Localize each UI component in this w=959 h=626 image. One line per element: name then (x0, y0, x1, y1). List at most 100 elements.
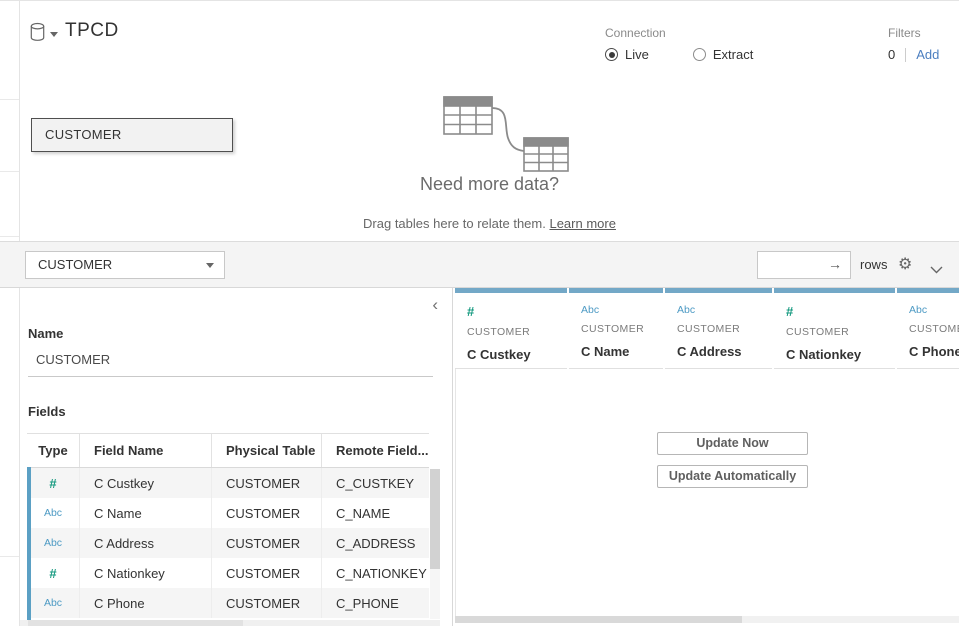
gear-icon[interactable]: ⚙ (898, 254, 912, 273)
radio-live-label: Live (625, 47, 649, 62)
remote-field-cell: C_PHONE (322, 588, 429, 618)
row-count-input[interactable] (762, 252, 826, 278)
grid-column-c-nationkey[interactable]: # CUSTOMER C Nationkey (774, 288, 895, 369)
number-type-icon[interactable]: # (49, 476, 56, 491)
radio-extract-label: Extract (713, 47, 753, 62)
field-name-cell[interactable]: C Address (80, 528, 212, 558)
field-name-cell[interactable]: C Phone (80, 588, 212, 618)
datasource-menu[interactable] (28, 22, 58, 47)
selection-indicator-bar (27, 467, 31, 621)
physical-table-cell: CUSTOMER (212, 468, 322, 498)
connection-group: Connection Live Extract (605, 26, 753, 62)
update-automatically-button[interactable]: Update Automatically (657, 465, 808, 488)
grid-column-c-address[interactable]: Abc CUSTOMER C Address (665, 288, 772, 369)
col-header-field-name[interactable]: Field Name (80, 434, 212, 467)
rail-divider (0, 556, 19, 557)
string-type-icon: Abc (677, 304, 760, 316)
radio-extract-button[interactable] (693, 48, 706, 61)
radio-extract[interactable]: Extract (693, 47, 753, 62)
table-row[interactable]: Abc C Phone CUSTOMER C_PHONE (27, 588, 429, 618)
fields-table: Type Field Name Physical Table Remote Fi… (27, 433, 429, 622)
rail-divider (0, 99, 19, 100)
remote-field-cell: C_CUSTKEY (322, 468, 429, 498)
table-row[interactable]: Abc C Address CUSTOMER C_ADDRESS (27, 528, 429, 558)
column-field-label[interactable]: C Address (677, 344, 760, 359)
physical-table-cell: CUSTOMER (212, 588, 322, 618)
rail-divider (0, 236, 19, 237)
field-name-cell[interactable]: C Custkey (80, 468, 212, 498)
table-details-panel: ‹ Name Fields Type Field Name Physical T… (20, 288, 453, 626)
field-name-cell[interactable]: C Nationkey (80, 558, 212, 588)
table-select-dropdown[interactable]: CUSTOMER (25, 251, 225, 279)
collapse-panel-icon[interactable]: ‹ (432, 296, 438, 313)
name-label: Name (28, 326, 63, 341)
empty-hint-text: Drag tables here to relate them. (363, 216, 549, 231)
fields-table-header: Type Field Name Physical Table Remote Fi… (27, 434, 429, 468)
row-count-field: → (757, 251, 851, 279)
column-field-label[interactable]: C Custkey (467, 347, 555, 362)
string-type-icon[interactable]: Abc (44, 537, 62, 549)
preview-toolbar: CUSTOMER → rows ⚙ (0, 241, 959, 288)
arrow-right-icon[interactable]: → (828, 256, 842, 272)
col-header-type[interactable]: Type (27, 434, 80, 467)
caret-down-icon (50, 32, 58, 37)
column-table-label: CUSTOMER (909, 323, 959, 335)
fields-horizontal-scrollbar[interactable] (20, 620, 440, 626)
learn-more-link[interactable]: Learn more (549, 216, 615, 231)
col-header-physical-table[interactable]: Physical Table (212, 434, 322, 467)
number-type-icon: # (467, 304, 555, 319)
chevron-down-icon[interactable] (930, 261, 943, 279)
filters-count: 0 (888, 47, 895, 62)
column-table-label: CUSTOMER (677, 323, 760, 335)
connection-label: Connection (605, 26, 753, 40)
name-input[interactable] (28, 348, 433, 377)
scrollbar-thumb[interactable] (430, 469, 440, 569)
fields-vertical-scrollbar[interactable] (430, 469, 440, 619)
string-type-icon: Abc (909, 304, 959, 316)
string-type-icon[interactable]: Abc (44, 597, 62, 609)
string-type-icon: Abc (581, 304, 651, 316)
radio-live-button[interactable] (605, 48, 618, 61)
grid-column-c-phone[interactable]: Abc CUSTOMER C Phone (897, 288, 959, 369)
grid-column-c-name[interactable]: Abc CUSTOMER C Name (569, 288, 663, 369)
filters-label: Filters (888, 26, 939, 40)
table-row[interactable]: # C Custkey CUSTOMER C_CUSTKEY (27, 468, 429, 498)
remote-field-cell: C_NATIONKEY (322, 558, 429, 588)
data-preview-grid: # CUSTOMER C Custkey Abc CUSTOMER C Name… (455, 288, 959, 626)
grid-left-border (455, 369, 456, 616)
field-name-cell[interactable]: C Name (80, 498, 212, 528)
grid-horizontal-scrollbar[interactable] (455, 616, 959, 623)
physical-table-cell: CUSTOMER (212, 528, 322, 558)
relationship-canvas[interactable]: CUSTOMER Need more data? Drag tables her… (20, 89, 959, 241)
update-now-button[interactable]: Update Now (657, 432, 808, 455)
table-node-customer[interactable]: CUSTOMER (31, 118, 233, 152)
scrollbar-thumb[interactable] (28, 620, 243, 626)
table-row[interactable]: Abc C Name CUSTOMER C_NAME (27, 498, 429, 528)
radio-live[interactable]: Live (605, 47, 649, 62)
tableau-datasource-page: TPCD Connection Live Extract Filters 0 A… (0, 0, 959, 626)
physical-table-cell: CUSTOMER (212, 558, 322, 588)
add-filter-link[interactable]: Add (916, 47, 939, 62)
number-type-icon[interactable]: # (49, 566, 56, 581)
database-icon (28, 22, 47, 47)
physical-table-cell: CUSTOMER (212, 498, 322, 528)
empty-state-title: Need more data? (20, 174, 959, 195)
scrollbar-thumb[interactable] (455, 616, 742, 623)
relate-tables-illustration (440, 94, 570, 177)
table-select-value: CUSTOMER (38, 257, 112, 272)
column-field-label[interactable]: C Name (581, 344, 651, 359)
column-field-label[interactable]: C Phone (909, 344, 959, 359)
col-header-remote-field[interactable]: Remote Field... (322, 434, 429, 467)
string-type-icon[interactable]: Abc (44, 507, 62, 519)
column-table-label: CUSTOMER (581, 323, 651, 335)
remote-field-cell: C_ADDRESS (322, 528, 429, 558)
table-row[interactable]: # C Nationkey CUSTOMER C_NATIONKEY (27, 558, 429, 588)
column-field-label[interactable]: C Nationkey (786, 347, 883, 362)
fields-label: Fields (28, 404, 66, 419)
rows-label: rows (860, 257, 887, 272)
rail-divider (0, 171, 19, 172)
grid-column-c-custkey[interactable]: # CUSTOMER C Custkey (455, 288, 567, 369)
datasource-title[interactable]: TPCD (65, 20, 119, 42)
caret-down-icon (206, 263, 214, 268)
left-pane-collapsed-rail[interactable] (0, 1, 20, 626)
